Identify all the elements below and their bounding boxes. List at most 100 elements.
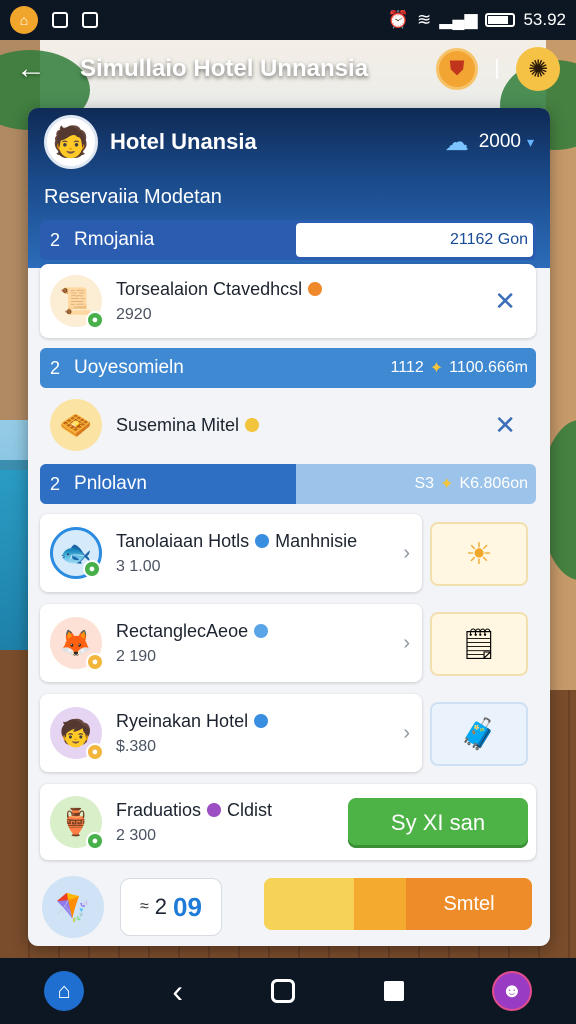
scroll-icon: 📜 ● — [50, 275, 104, 329]
reward-icon: ✦ — [429, 360, 444, 377]
item-title: Susemina Mitel — [116, 414, 240, 435]
chevron-down-icon[interactable]: ▾ — [527, 134, 534, 151]
waffle-glyph: 🧇 — [59, 409, 93, 440]
signal-icon: ▂▄▆ — [439, 10, 478, 29]
list-item[interactable]: 🐟 ● Tanolaiaan Hotls Manhnisie 3 1.00 › — [40, 514, 422, 592]
settings-button[interactable]: ✺ — [516, 47, 560, 91]
item-subtitle: $.380 — [116, 737, 157, 755]
notification-icon — [52, 12, 68, 28]
counter-value: 2 — [154, 894, 168, 919]
progress-segment — [354, 878, 406, 930]
item-title: Tanolaiaan Hotls — [116, 530, 250, 551]
battery-icon — [485, 13, 516, 27]
section-value: K6.806on — [459, 475, 528, 492]
badge-icon: ● — [86, 653, 104, 671]
item-subtitle: 2 190 — [116, 647, 157, 665]
section-value-prefix: S3 — [414, 475, 435, 492]
section-label: Rmojania — [74, 229, 155, 250]
section-number: 2 — [50, 473, 61, 494]
avatar[interactable]: 🧑 — [44, 115, 98, 169]
section-bar-1[interactable]: 2 Rmojania 21162 Gon — [40, 220, 536, 260]
profile-button[interactable]: ☻ — [491, 971, 532, 1011]
status-time: 53.92 — [523, 10, 566, 29]
progress-button-label: Smtel — [443, 892, 495, 915]
section-value: 21162 Gon — [450, 231, 528, 248]
section-label: Uoyesomieln — [74, 357, 184, 378]
section-value: 1100.666m — [449, 359, 528, 376]
progress-segment — [264, 878, 354, 930]
badge-icon: ● — [83, 560, 101, 578]
buy-button[interactable]: Sy XI san — [348, 798, 528, 848]
list-item[interactable]: 🧇 Susemina Mitel ✕ — [40, 392, 536, 458]
shield-icon: ⛊ — [449, 57, 465, 80]
sun-icon: ☀ — [465, 537, 493, 571]
back-button[interactable]: ← — [16, 52, 56, 86]
status-dot — [245, 418, 260, 432]
section-bar-2[interactable]: 2 Uoyesomieln 1112 ✦ 1100.666m — [40, 348, 536, 388]
status-dot — [254, 624, 269, 638]
kite-icon[interactable]: 🪁 — [42, 876, 104, 938]
item-title-suffix: Cldist — [227, 799, 273, 820]
badge-icon: ● — [86, 743, 104, 761]
item-title: Torsealaion Ctavedhcsl — [116, 278, 303, 299]
list-item[interactable]: 📜 ● Torsealaion Ctavedhcsl 2920 ✕ — [40, 264, 536, 338]
item-subtitle: 3 1.00 — [116, 557, 161, 575]
item-title: Fraduatios — [116, 799, 202, 820]
currency-icon: ☁ — [444, 128, 469, 156]
fish-icon: 🐟 ● — [50, 527, 102, 579]
section-number: 2 — [50, 357, 61, 378]
item-subtitle: 2920 — [116, 305, 152, 323]
wifi-icon: ≋ — [417, 10, 432, 29]
close-icon[interactable]: ✕ — [494, 286, 516, 317]
app-title: Simullaio Hotel Unnansia — [80, 55, 369, 82]
fox-icon: 🦊 ● — [50, 617, 104, 671]
section-bar-3[interactable]: 2 Pnlolavn S3 ✦ K6.806on — [40, 464, 536, 504]
fox-glyph: 🦊 — [59, 627, 93, 658]
currency-value[interactable]: 2000 — [479, 131, 521, 153]
divider — [496, 59, 498, 79]
section-value-prefix: 1112 — [390, 359, 424, 376]
close-icon[interactable]: ✕ — [494, 410, 516, 441]
character-icon: 🧒 ● — [50, 707, 104, 761]
shield-button[interactable]: ⛊ — [436, 48, 478, 90]
reward-icon: ✦ — [440, 476, 454, 493]
luggage-icon: 🧳 — [460, 717, 498, 751]
hotel-name: Hotel Unansia — [110, 129, 257, 154]
gear-icon: ✺ — [527, 55, 549, 83]
alarm-icon: ⏰ — [387, 10, 409, 29]
badge-icon: ● — [86, 311, 104, 329]
scroll-glyph: 📜 — [59, 285, 93, 316]
list-item[interactable]: 🦊 ● RectanglecAeoe 2 190 › — [40, 604, 422, 682]
recents-icon[interactable] — [383, 981, 404, 1001]
status-dot — [254, 714, 269, 728]
chevron-right-icon[interactable]: › — [403, 632, 410, 655]
item-title-suffix: Manhnisie — [275, 530, 358, 551]
chevron-right-icon[interactable]: › — [403, 722, 410, 745]
luggage-button[interactable]: 🧳 — [430, 702, 528, 766]
progress-button[interactable]: Smtel — [264, 878, 532, 930]
item-title: Ryeinakan Hotel — [116, 710, 249, 731]
waffle-icon: 🧇 — [50, 399, 102, 451]
panel-subtitle: Reservaiia Modetan — [44, 186, 222, 208]
gallery-icon — [82, 12, 98, 28]
home-square-icon[interactable] — [271, 979, 296, 1003]
notes-button[interactable]: 🗒 — [430, 612, 528, 676]
notes-icon: 🗒 — [459, 627, 499, 661]
chevron-right-icon[interactable]: › — [403, 542, 410, 565]
section-label: Pnlolavn — [74, 473, 147, 494]
panel-footer: 🪁 ≈ 2 09 Smtel — [28, 868, 550, 946]
home-button[interactable]: ⌂ — [44, 971, 85, 1011]
vase-glyph: 🏺 — [59, 806, 93, 837]
bottom-nav: ⌂ ‹ ☻ — [0, 958, 576, 1024]
status-dot — [255, 534, 270, 548]
counter-display[interactable]: ≈ 2 09 — [120, 878, 222, 936]
vase-icon: 🏺 ● — [50, 796, 104, 850]
app-icon: ⌂ — [10, 6, 38, 34]
nav-back-button[interactable]: ‹ — [172, 973, 183, 1010]
main-panel: 🧑 Hotel Unansia ☁ 2000 ▾ Reservaiia Mode… — [28, 108, 550, 946]
sun-button[interactable]: ☀ — [430, 522, 528, 586]
character-glyph: 🧒 — [59, 717, 93, 748]
list-item[interactable]: 🧒 ● Ryeinakan Hotel $.380 › — [40, 694, 422, 772]
badge-icon: ● — [86, 832, 104, 850]
section-number: 2 — [50, 229, 61, 250]
